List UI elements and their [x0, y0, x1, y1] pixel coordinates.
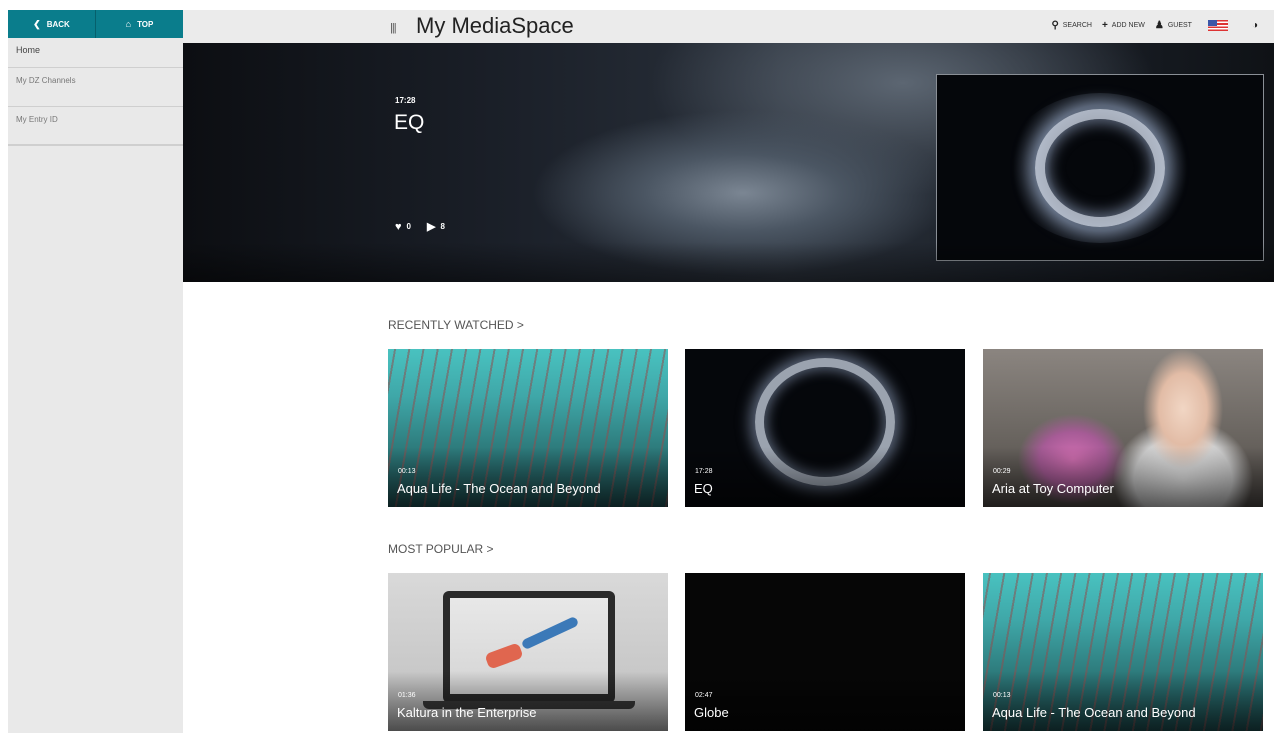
hero-banner[interactable]: 17:28 EQ ♥ 0 ▶ 8: [183, 43, 1274, 282]
sidebar-item-my-entry-id[interactable]: My Entry ID: [8, 107, 183, 146]
header-bar: ||| My MediaSpace ⚲ SEARCH + ADD NEW ♟ G…: [183, 10, 1274, 43]
add-new-label: ADD NEW: [1111, 22, 1145, 29]
video-title: Aria at Toy Computer: [992, 481, 1114, 496]
likes-count: 0: [406, 222, 411, 231]
recently-watched-title[interactable]: RECENTLY WATCHED >: [388, 318, 524, 332]
video-card[interactable]: 02:47 Globe: [685, 573, 965, 731]
top-button[interactable]: ⌂ TOP: [95, 10, 183, 38]
video-card[interactable]: 01:36 Kaltura in the Enterprise: [388, 573, 668, 731]
plays-stat: ▶ 8: [427, 220, 445, 233]
nebula-ring: [1035, 108, 1165, 227]
video-duration: 02:47: [695, 692, 713, 699]
video-card[interactable]: 00:29 Aria at Toy Computer: [983, 349, 1263, 507]
plus-icon: +: [1101, 20, 1108, 31]
play-icon: ▶: [426, 221, 436, 233]
video-duration: 00:29: [993, 468, 1011, 475]
search-icon: ⚲: [1051, 20, 1059, 31]
sidebar-item-label: My Entry ID: [16, 115, 58, 124]
add-new-button[interactable]: + ADD NEW: [1102, 20, 1145, 31]
video-card[interactable]: 00:13 Aqua Life - The Ocean and Beyond: [388, 349, 668, 507]
guest-button[interactable]: ♟ GUEST: [1155, 20, 1192, 31]
hero-title[interactable]: EQ: [394, 111, 424, 135]
nebula-ring: [755, 357, 895, 486]
search-label: SEARCH: [1062, 22, 1092, 29]
video-title: Aqua Life - The Ocean and Beyond: [992, 705, 1196, 720]
video-card[interactable]: 17:28 EQ: [685, 349, 965, 507]
video-duration: 00:13: [993, 692, 1011, 699]
hamburger-icon[interactable]: |||: [390, 22, 397, 34]
back-label: BACK: [46, 19, 70, 29]
most-popular-title[interactable]: MOST POPULAR >: [388, 542, 493, 556]
person-legs: [520, 615, 580, 651]
video-title: Aqua Life - The Ocean and Beyond: [397, 481, 601, 496]
chevron-left-icon: ❮: [33, 18, 41, 29]
contrast-icon[interactable]: ◑: [1252, 20, 1258, 31]
video-duration: 00:13: [398, 468, 416, 475]
top-label: TOP: [137, 19, 154, 29]
back-button[interactable]: ❮ BACK: [8, 10, 95, 38]
video-title: Globe: [694, 705, 729, 720]
home-icon: ⌂: [125, 19, 132, 29]
video-duration: 01:36: [398, 692, 416, 699]
hero-thumbnail[interactable]: [936, 74, 1264, 261]
person-figure: [484, 642, 524, 670]
video-duration: 17:28: [695, 468, 713, 475]
guest-label: GUEST: [1167, 22, 1192, 29]
sidebar-nav: ❮ BACK ⌂ TOP: [8, 10, 183, 38]
sidebar: ❮ BACK ⌂ TOP Home My DZ Channels My Entr…: [8, 10, 183, 733]
user-icon: ♟: [1154, 20, 1164, 31]
sidebar-item-label: My DZ Channels: [16, 76, 76, 85]
hero-duration: 17:28: [395, 96, 416, 105]
video-title: Kaltura in the Enterprise: [397, 705, 537, 720]
header-actions: ⚲ SEARCH + ADD NEW ♟ GUEST ◑: [1051, 20, 1258, 31]
sidebar-item-my-dz-channels[interactable]: My DZ Channels: [8, 68, 183, 107]
plays-count: 8: [440, 222, 445, 231]
video-title: EQ: [694, 481, 713, 496]
page-title[interactable]: My MediaSpace: [416, 13, 574, 39]
video-card[interactable]: 00:13 Aqua Life - The Ocean and Beyond: [983, 573, 1263, 731]
sidebar-item-home[interactable]: Home: [8, 38, 183, 68]
hero-stats: ♥ 0 ▶ 8: [395, 220, 445, 234]
likes-stat: ♥ 0: [395, 220, 411, 233]
search-button[interactable]: ⚲ SEARCH: [1051, 20, 1092, 31]
heart-icon: ♥: [395, 220, 402, 233]
sidebar-item-label: Home: [16, 45, 41, 55]
laptop-screen: [450, 598, 608, 694]
us-flag-icon[interactable]: [1207, 20, 1228, 31]
laptop-frame: [443, 591, 615, 703]
